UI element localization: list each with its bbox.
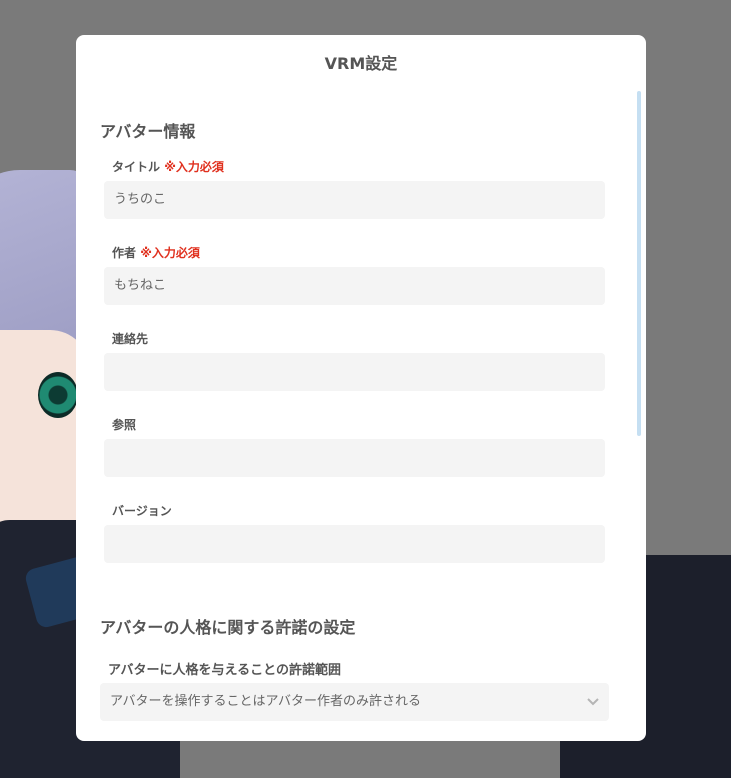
persona-scope-label: アバターに人格を与えることの許諾範囲 [108, 663, 341, 678]
chevron-down-icon [587, 683, 599, 736]
field-label-title: タイトル ※入力必須 [112, 158, 224, 175]
field-label-text: タイトル [112, 160, 161, 174]
persona-scope-selected: アバターを操作することはアバター作者のみ許される [110, 694, 421, 709]
field-label-author: 作者 ※入力必須 [112, 244, 200, 261]
field-label-reference: 参照 [112, 418, 137, 432]
required-mark: ※入力必須 [164, 160, 224, 174]
field-label-text: 作者 [112, 246, 137, 260]
version-input[interactable] [104, 525, 605, 563]
reference-input[interactable] [104, 439, 605, 477]
dialog-title: VRM設定 [324, 54, 398, 73]
contact-input[interactable] [104, 353, 605, 391]
field-label-contact: 連絡先 [112, 332, 149, 346]
vrm-settings-dialog: VRM設定 アバター情報 タイトル ※入力必須 作者 ※入力必須 連絡先 参照 … [76, 35, 646, 741]
avatar-eye [38, 372, 78, 418]
scrollbar[interactable] [637, 91, 641, 436]
title-input[interactable] [104, 181, 605, 219]
persona-scope-select[interactable]: アバターを操作することはアバター作者のみ許される [100, 683, 609, 721]
section-title-avatar-info: アバター情報 [100, 122, 196, 141]
field-label-version: バージョン [112, 504, 172, 518]
section-title-permissions: アバターの人格に関する許諾の設定 [100, 618, 356, 637]
author-input[interactable] [104, 267, 605, 305]
required-mark: ※入力必須 [140, 246, 200, 260]
